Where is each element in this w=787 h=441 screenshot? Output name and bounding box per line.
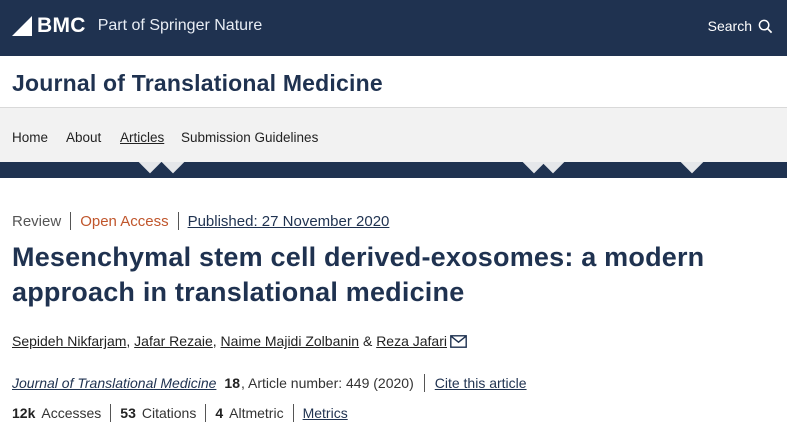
article-metrics: 12k Accesses 53 Citations 4 Altmetric Me…: [12, 404, 348, 422]
volume-number: 18: [224, 375, 240, 391]
citations-label: Citations: [141, 405, 197, 421]
divider: [70, 212, 72, 230]
search-button[interactable]: Search: [708, 18, 773, 34]
author-separator: &: [359, 333, 377, 349]
author-link[interactable]: Naime Majidi Zolbanin: [221, 333, 360, 349]
email-icon[interactable]: [450, 334, 467, 348]
article-type: Review: [12, 212, 62, 230]
journal-title[interactable]: Journal of Translational Medicine: [12, 70, 383, 97]
nav-item-about[interactable]: About: [66, 130, 101, 145]
decorative-pattern-strip: [0, 162, 787, 178]
divider: [423, 374, 425, 392]
journal-link[interactable]: Journal of Translational Medicine: [12, 375, 216, 391]
published-date-link[interactable]: Published: 27 November 2020: [188, 213, 390, 230]
brand-name: BMC: [37, 14, 86, 37]
open-access-badge: Open Access: [80, 212, 169, 230]
accesses-count: 12k: [12, 405, 36, 421]
search-icon: [758, 19, 773, 33]
citation-line: Journal of Translational Medicine 18 , A…: [12, 374, 527, 392]
altmetric-label: Altmetric: [229, 405, 284, 421]
search-label: Search: [707, 18, 752, 34]
nav-item-submission-guidelines[interactable]: Submission Guidelines: [181, 130, 318, 145]
author-separator: ,: [212, 333, 221, 349]
author-link[interactable]: Reza Jafari: [376, 333, 447, 349]
article-title: Mesenchymal stem cell derived-exosomes: …: [12, 242, 705, 307]
author-link[interactable]: Sepideh Nikfarjam: [12, 333, 126, 349]
author-link[interactable]: Jafar Rezaie: [134, 333, 213, 349]
journal-nav: Home About Articles Submission Guideline…: [0, 108, 787, 162]
nav-item-home[interactable]: Home: [12, 130, 48, 145]
divider: [177, 212, 179, 230]
divider: [205, 404, 207, 422]
bmc-logo-mark: [12, 16, 32, 36]
cite-this-article-link[interactable]: Cite this article: [435, 375, 527, 391]
divider: [292, 404, 294, 422]
accesses-label: Accesses: [41, 405, 102, 421]
article-meta: Review Open Access Published: 27 Novembe…: [12, 212, 389, 230]
altmetric-score: 4: [215, 405, 224, 421]
metrics-link[interactable]: Metrics: [303, 405, 348, 421]
author-separator: ,: [126, 333, 135, 349]
divider: [110, 404, 112, 422]
article-number: , Article number: 449 (2020): [240, 375, 414, 391]
brand-tagline: Part of Springer Nature: [97, 17, 263, 34]
journal-header: Journal of Translational Medicine: [0, 56, 787, 108]
author-list: Sepideh Nikfarjam, Jafar Rezaie, Naime M…: [12, 333, 467, 349]
nav-item-articles[interactable]: Articles: [120, 130, 164, 145]
top-bar: BMC Part of Springer Nature Search: [0, 0, 787, 56]
bmc-logo[interactable]: BMC Part of Springer Nature: [12, 14, 263, 37]
citations-count: 53: [120, 405, 136, 421]
